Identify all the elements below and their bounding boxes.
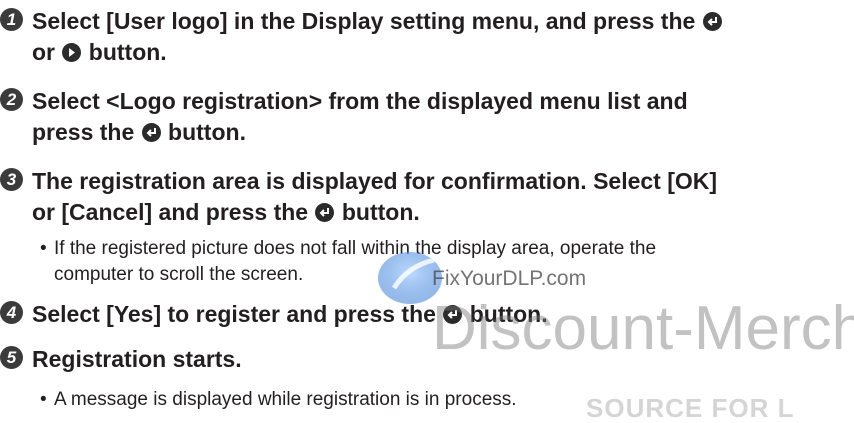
step-3-note-line-2: computer to scroll the screen.	[54, 264, 304, 285]
step-5-text-part-1: Registration starts.	[32, 346, 242, 372]
step-5-note-text: A message is displayed while registratio…	[54, 389, 517, 410]
enter-button-icon	[702, 12, 722, 31]
step-4-number-icon: 4	[0, 301, 23, 324]
step-3-text-part-1: The registration area is displayed for c…	[32, 168, 718, 194]
step-3-text-part-2: or [Cancel] and press the	[32, 199, 309, 225]
enter-button-icon	[315, 203, 335, 222]
step-2-text-part-1: Select <Logo registration> from the disp…	[32, 88, 688, 114]
step-3-number: 3	[6, 170, 17, 189]
watermark-site: FixYourDLP.com	[432, 267, 587, 290]
step-2-text: Select <Logo registration> from the disp…	[32, 86, 688, 148]
step-3-text-part-3: button.	[341, 199, 420, 225]
step-2-text-part-2: press the	[32, 119, 135, 145]
instruction-page: 1 Select [User logo] in the Display sett…	[0, 0, 854, 423]
enter-button-icon	[141, 123, 161, 142]
step-2-text-part-3: button.	[168, 119, 246, 145]
step-2: 2 Select <Logo registration> from the di…	[0, 86, 850, 148]
watermark-tagline: SOURCE FOR L	[586, 393, 795, 423]
step-1-text: Select [User logo] in the Display settin…	[32, 6, 723, 68]
step-1: 1 Select [User logo] in the Display sett…	[0, 6, 850, 68]
step-3: 3 The registration area is displayed for…	[0, 166, 850, 228]
step-5-number-icon: 5	[0, 346, 23, 369]
step-4-text-part-1: Select [Yes] to register and press the	[32, 301, 436, 327]
right-arrow-button-icon	[62, 43, 82, 62]
step-3-number-icon: 3	[0, 168, 23, 191]
step-1-text-part-3: button.	[88, 39, 167, 65]
step-5-number: 5	[6, 348, 17, 367]
step-1-text-part-1: Select [User logo] in the Display settin…	[32, 8, 696, 34]
step-1-number: 1	[6, 10, 17, 29]
step-2-number: 2	[6, 90, 17, 109]
step-1-text-part-2: or	[32, 39, 55, 65]
step-5-text: Registration starts.	[32, 344, 242, 375]
step-4-number: 4	[6, 303, 17, 322]
watermark-brand: Discount-Mercha	[432, 294, 854, 363]
step-1-number-icon: 1	[0, 8, 23, 31]
step-2-number-icon: 2	[0, 88, 23, 111]
bullet-icon: •	[40, 389, 47, 410]
step-3-note-line-1: If the registered picture does not fall …	[54, 238, 657, 259]
step-3-text: The registration area is displayed for c…	[32, 166, 717, 228]
bullet-icon: •	[40, 238, 47, 259]
